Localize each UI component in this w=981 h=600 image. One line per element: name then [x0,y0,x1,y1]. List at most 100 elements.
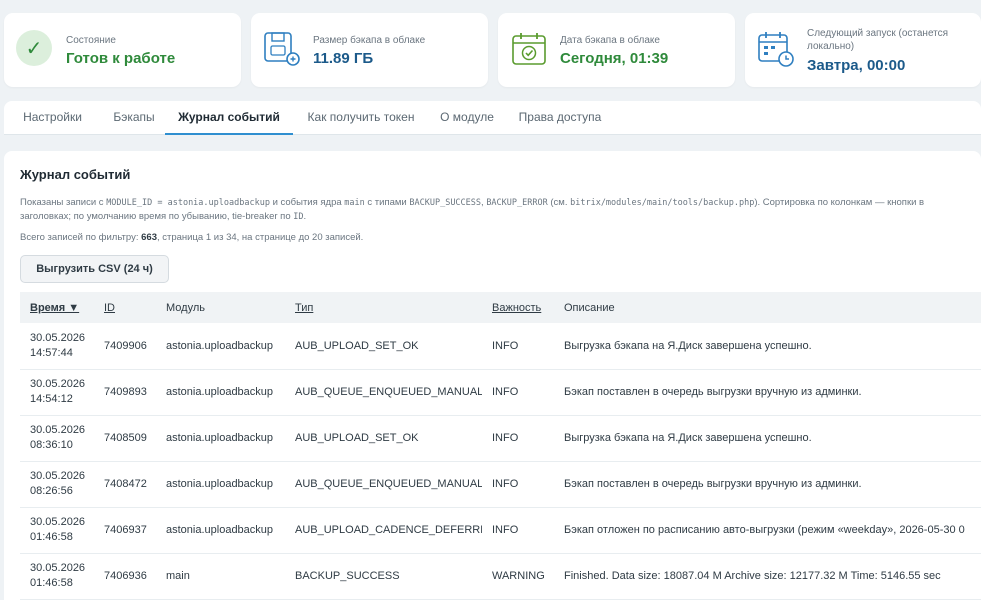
tab-backups[interactable]: Бэкапы [101,101,167,135]
cell-clock: 08:36:10 [30,439,73,451]
cell-time: 30.05.2026 14:54:12 [20,369,94,416]
table-row: 30.05.2026 14:54:12 7409893 astonia.uploa… [20,369,981,416]
calendar-check-icon [510,30,548,68]
tab-bar: Настройки Бэкапы Журнал событий Как полу… [4,101,981,135]
cell-date: 30.05.2026 [30,562,86,574]
check-circle-icon: ✓ [16,30,54,68]
cloud-drive-icon [263,30,301,68]
tab-settings[interactable]: Настройки [14,101,91,135]
sort-time-button[interactable]: Время ▼ [30,302,79,314]
cell-type: AUB_UPLOAD_SET_OK [285,415,482,462]
column-id: ID [94,292,156,323]
cell-severity: INFO [482,415,554,462]
status-card: ✓ Состояние Готов к работе [4,13,241,87]
table-row: 30.05.2026 14:57:44 7409906 astonia.uploa… [20,323,981,370]
desc-code: main [344,198,365,208]
desc-text: с типами [364,197,410,208]
cell-time: 30.05.2026 01:46:58 [20,507,94,554]
count-prefix: Всего записей по фильтру: [20,232,142,243]
tab-about[interactable]: О модуле [432,101,502,135]
next-run-value: Завтра, 00:00 [807,57,906,74]
cell-date: 30.05.2026 [30,424,86,436]
desc-code: ID [293,212,304,222]
cell-time: 30.05.2026 08:36:10 [20,415,94,462]
cell-id: 7406936 [94,553,156,600]
desc-code: BACKUP_SUCCESS [409,198,482,208]
table-row: 30.05.2026 01:46:58 7406936 main BACKUP_S… [20,553,981,600]
panel-title: Журнал событий [20,167,131,182]
cell-module: astonia.uploadbackup [156,461,285,508]
cell-description: Finished. Data size: 18087.04 M Archive … [554,553,981,600]
desc-code: BACKUP_ERROR [486,198,548,208]
column-type: Тип [285,292,482,323]
cell-id: 7408472 [94,461,156,508]
cell-type: BACKUP_SUCCESS [285,553,482,600]
export-csv-button[interactable]: Выгрузить CSV (24 ч) [20,255,169,283]
cell-date: 30.05.2026 [30,470,86,482]
cell-type: AUB_UPLOAD_SET_OK [285,323,482,370]
desc-code: bitrix/modules/main/tools/backup.php [570,198,755,208]
tab-event-log[interactable]: Журнал событий [165,101,293,135]
backup-date-card: Дата бэкапа в облаке Сегодня, 01:39 [498,13,735,87]
cell-description: Бэкап поставлен в очередь выгрузки вручн… [554,369,981,416]
desc-text: . [303,211,307,222]
cell-severity: INFO [482,323,554,370]
sort-id-button[interactable]: ID [104,302,115,314]
cell-time: 30.05.2026 01:46:58 [20,553,94,600]
cell-id: 7406937 [94,507,156,554]
cell-date: 30.05.2026 [30,516,86,528]
desc-text: и события ядра [269,197,345,208]
tab-get-token[interactable]: Как получить токен [300,101,422,135]
backup-date-value: Сегодня, 01:39 [560,50,669,67]
cell-description: Выгрузка бэкапа на Я.Диск завершена успе… [554,415,981,462]
cell-type: AUB_UPLOAD_CADENCE_DEFERRED [285,507,482,554]
cell-severity: INFO [482,461,554,508]
cell-severity: INFO [482,369,554,416]
status-cards: ✓ Состояние Готов к работе Размер бэкапа… [4,13,981,87]
backup-size-card: Размер бэкапа в облаке 11.89 ГБ [251,13,488,87]
backup-size-label: Размер бэкапа в облаке [313,35,426,46]
cell-module: main [156,553,285,600]
count-suffix: , страница 1 из 34, на странице до 20 за… [156,232,364,243]
cell-type: AUB_QUEUE_ENQUEUED_MANUAL [285,461,482,508]
cell-description: Бэкап отложен по расписанию авто-выгрузк… [554,507,981,554]
column-time: Время ▼ [20,292,94,323]
sort-type-button[interactable]: Тип [295,302,313,314]
desc-text: Показаны записи с [20,197,107,208]
backup-size-value: 11.89 ГБ [313,50,374,67]
cell-module: astonia.uploadbackup [156,323,285,370]
cell-type: AUB_QUEUE_ENQUEUED_MANUAL [285,369,482,416]
count-total: 663 [141,232,157,243]
next-run-label: Следующий запуск (останется локально) [807,28,949,52]
column-severity: Важность [482,292,554,323]
tab-access-rights[interactable]: Права доступа [512,101,608,135]
cell-clock: 08:26:56 [30,485,73,497]
status-value: Готов к работе [66,50,176,67]
status-label: Состояние [66,35,116,46]
table-header-row: Время ▼ ID Модуль Тип Важность Описание [20,292,981,323]
record-count: Всего записей по фильтру: 663, страница … [20,232,363,243]
cell-module: astonia.uploadbackup [156,507,285,554]
column-module: Модуль [156,292,285,323]
cell-module: astonia.uploadbackup [156,415,285,462]
cell-clock: 14:54:12 [30,393,73,405]
cell-severity: INFO [482,507,554,554]
cell-severity: WARNING [482,553,554,600]
cell-id: 7409893 [94,369,156,416]
table-row: 30.05.2026 01:46:58 7406937 astonia.uploa… [20,507,981,554]
cell-clock: 01:46:58 [30,577,73,589]
cell-description: Выгрузка бэкапа на Я.Диск завершена успе… [554,323,981,370]
cell-id: 7409906 [94,323,156,370]
next-run-card: Следующий запуск (останется локально) За… [745,13,981,87]
cell-time: 30.05.2026 08:26:56 [20,461,94,508]
column-description: Описание [554,292,981,323]
panel-description: Показаны записи с MODULE_ID = astonia.up… [20,196,950,224]
event-table: Время ▼ ID Модуль Тип Важность Описание … [20,292,981,600]
cell-id: 7408509 [94,415,156,462]
desc-text: (см. [547,197,571,208]
backup-date-label: Дата бэкапа в облаке [560,35,660,46]
cell-module: astonia.uploadbackup [156,369,285,416]
cell-date: 30.05.2026 [30,331,86,344]
sort-severity-button[interactable]: Важность [492,302,541,314]
event-log-panel: Журнал событий Показаны записи с MODULE_… [4,151,981,600]
